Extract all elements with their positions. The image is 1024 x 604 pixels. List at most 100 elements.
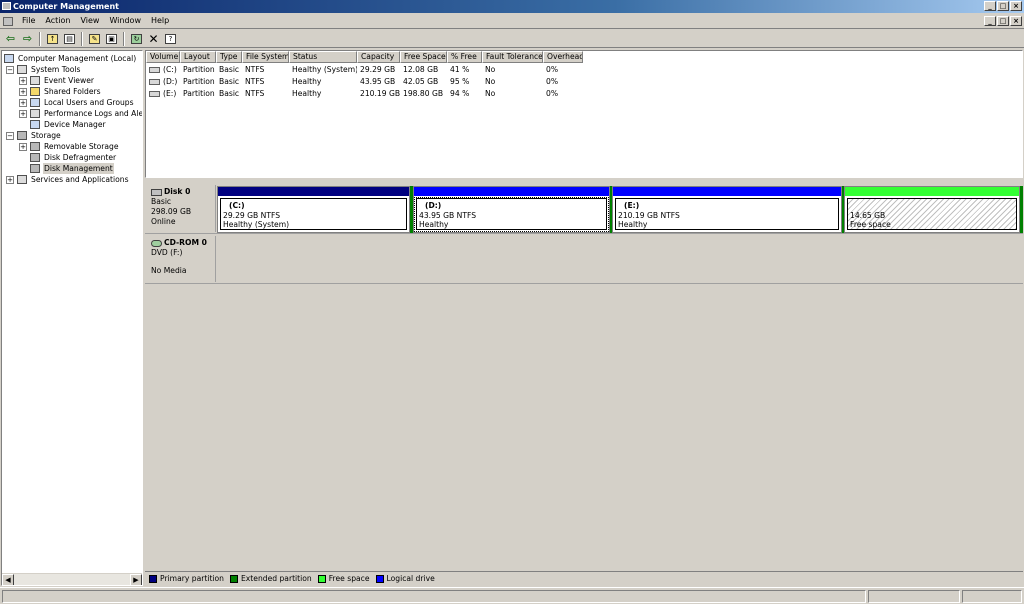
- toolbar-separator: [81, 31, 83, 46]
- cdrom-name: CD-ROM 0: [164, 238, 207, 247]
- partition-d-box: (D:) 43.95 GB NTFS Healthy: [416, 198, 607, 230]
- show-hide-tree-button[interactable]: ▤: [61, 31, 78, 46]
- volume-fault-tolerance: No: [485, 65, 496, 74]
- volume-layout: Partition: [183, 77, 215, 86]
- partition-e[interactable]: (E:) 210.19 GB NTFS Healthy: [612, 186, 842, 233]
- menu-action[interactable]: Action: [40, 14, 75, 28]
- toolbar-separator: [39, 31, 41, 46]
- maximize-button[interactable]: □: [997, 1, 1009, 11]
- mdi-restore-button[interactable]: □: [997, 16, 1009, 26]
- status-bar: [0, 587, 1024, 604]
- mdi-close-button[interactable]: ×: [1010, 16, 1022, 26]
- volume-row[interactable]: (D:) Partition Basic NTFS Healthy 43.95 …: [146, 76, 583, 88]
- refresh-icon: ↻: [131, 33, 142, 44]
- logical-drive-bar: [414, 187, 609, 196]
- toolbar: ⇦ ⇨ ↑ ▤ ✎ ▣ ↻ ✕ ?: [0, 30, 1024, 48]
- volume-status: Healthy: [292, 77, 322, 86]
- tree-label: Device Manager: [44, 120, 106, 129]
- menu-file[interactable]: File: [17, 14, 40, 28]
- legend-swatch: [230, 574, 238, 583]
- help-button[interactable]: ?: [162, 31, 179, 46]
- collapse-icon[interactable]: −: [6, 66, 14, 74]
- partition-detail: 29.29 GB NTFS: [223, 210, 281, 220]
- legend-label: Extended partition: [241, 574, 312, 583]
- column-header-free-space[interactable]: Free Space: [400, 51, 447, 63]
- computer-management-icon: [2, 2, 11, 10]
- tree-label: Storage: [31, 131, 61, 140]
- tools-icon: [17, 65, 27, 74]
- column-header-fault-tolerance[interactable]: Fault Tolerance: [482, 51, 543, 63]
- scroll-right-button[interactable]: ▶: [130, 574, 142, 585]
- tree-label: Shared Folders: [44, 87, 101, 96]
- expand-icon[interactable]: +: [19, 143, 27, 151]
- mdi-minimize-button[interactable]: _: [984, 16, 996, 26]
- legend-label: Primary partition: [160, 574, 224, 583]
- partition-detail: 14.65 GB: [850, 210, 886, 220]
- drive-icon: [149, 67, 160, 73]
- window-title: Computer Management: [13, 2, 119, 11]
- volume-file-system: NTFS: [245, 89, 265, 98]
- collapse-icon[interactable]: −: [6, 132, 14, 140]
- expand-icon[interactable]: +: [6, 176, 14, 184]
- volume-row[interactable]: (C:) Partition Basic NTFS Healthy (Syste…: [146, 64, 583, 76]
- minimize-button[interactable]: _: [984, 1, 996, 11]
- volume-file-system: NTFS: [245, 65, 265, 74]
- column-header-status[interactable]: Status: [289, 51, 357, 63]
- menu-help[interactable]: Help: [146, 14, 174, 28]
- column-header-overhead[interactable]: Overhead: [543, 51, 583, 63]
- column-header-percent-free[interactable]: % Free: [447, 51, 482, 63]
- forward-button[interactable]: ⇨: [19, 31, 36, 46]
- back-arrow-icon: ⇦: [5, 32, 16, 45]
- expand-icon[interactable]: +: [19, 99, 27, 107]
- back-button[interactable]: ⇦: [2, 31, 19, 46]
- tree-label: Disk Defragmenter: [44, 153, 117, 162]
- column-header-file-system[interactable]: File System: [242, 51, 289, 63]
- properties-button[interactable]: ✎: [86, 31, 103, 46]
- defragmenter-icon: [30, 153, 40, 162]
- volume-capacity: 43.95 GB: [360, 77, 396, 86]
- refresh-button[interactable]: ↻: [128, 31, 145, 46]
- menu-bar: File Action View Window Help _ □ ×: [0, 14, 1024, 29]
- scroll-left-button[interactable]: ◀: [2, 574, 14, 585]
- volume-row[interactable]: (E:) Partition Basic NTFS Healthy 210.19…: [146, 88, 583, 100]
- column-header-layout[interactable]: Layout: [180, 51, 216, 63]
- delete-button[interactable]: ✕: [145, 31, 162, 46]
- partition-detail: 43.95 GB NTFS: [419, 210, 477, 220]
- tree-label: Computer Management (Local): [18, 54, 137, 63]
- volume-overhead: 0%: [546, 77, 559, 86]
- tree-label: Local Users and Groups: [44, 98, 134, 107]
- disk-status: Online: [151, 217, 176, 226]
- volume-list: Volume Layout Type File System Status Ca…: [145, 50, 1023, 178]
- drive-icon: [149, 79, 160, 85]
- cdrom-0-row: CD-ROM 0 DVD (F:) No Media: [145, 234, 1023, 284]
- tree-label: Disk Management: [43, 163, 114, 174]
- partition-status: Healthy: [618, 220, 648, 229]
- volume-status: Healthy (System): [292, 65, 357, 74]
- column-header-type[interactable]: Type: [216, 51, 242, 63]
- expand-icon[interactable]: +: [19, 77, 27, 85]
- tree-label: Performance Logs and Alerts: [44, 109, 143, 118]
- menu-window[interactable]: Window: [104, 14, 146, 28]
- column-header-volume[interactable]: Volume: [146, 51, 180, 63]
- tree-horizontal-scrollbar[interactable]: ◀ ▶: [2, 573, 142, 585]
- free-space-region[interactable]: 14.65 GB Free space: [844, 186, 1020, 233]
- close-button[interactable]: ×: [1010, 1, 1022, 11]
- volume-percent-free: 95 %: [450, 77, 470, 86]
- volume-layout: Partition: [183, 65, 215, 74]
- volume-free-space: 12.08 GB: [403, 65, 439, 74]
- menu-view[interactable]: View: [75, 14, 104, 28]
- expand-icon[interactable]: +: [19, 88, 27, 96]
- up-one-level-button[interactable]: ↑: [44, 31, 61, 46]
- volume-overhead: 0%: [546, 65, 559, 74]
- disk-0-partitions: (C:) 29.29 GB NTFS Healthy (System) (D:)…: [217, 186, 1023, 233]
- partition-d[interactable]: (D:) 43.95 GB NTFS Healthy: [413, 186, 610, 233]
- cdrom-0-label[interactable]: CD-ROM 0 DVD (F:) No Media: [147, 236, 216, 282]
- partition-c[interactable]: (C:) 29.29 GB NTFS Healthy (System): [217, 186, 410, 233]
- column-header-capacity[interactable]: Capacity: [357, 51, 400, 63]
- disk-0-label[interactable]: Disk 0 Basic 298.09 GB Online: [147, 185, 216, 232]
- volume-fault-tolerance: No: [485, 77, 496, 86]
- document-icon[interactable]: [3, 16, 13, 26]
- console-button[interactable]: ▣: [103, 31, 120, 46]
- computer-icon: [4, 54, 14, 63]
- expand-icon[interactable]: +: [19, 110, 27, 118]
